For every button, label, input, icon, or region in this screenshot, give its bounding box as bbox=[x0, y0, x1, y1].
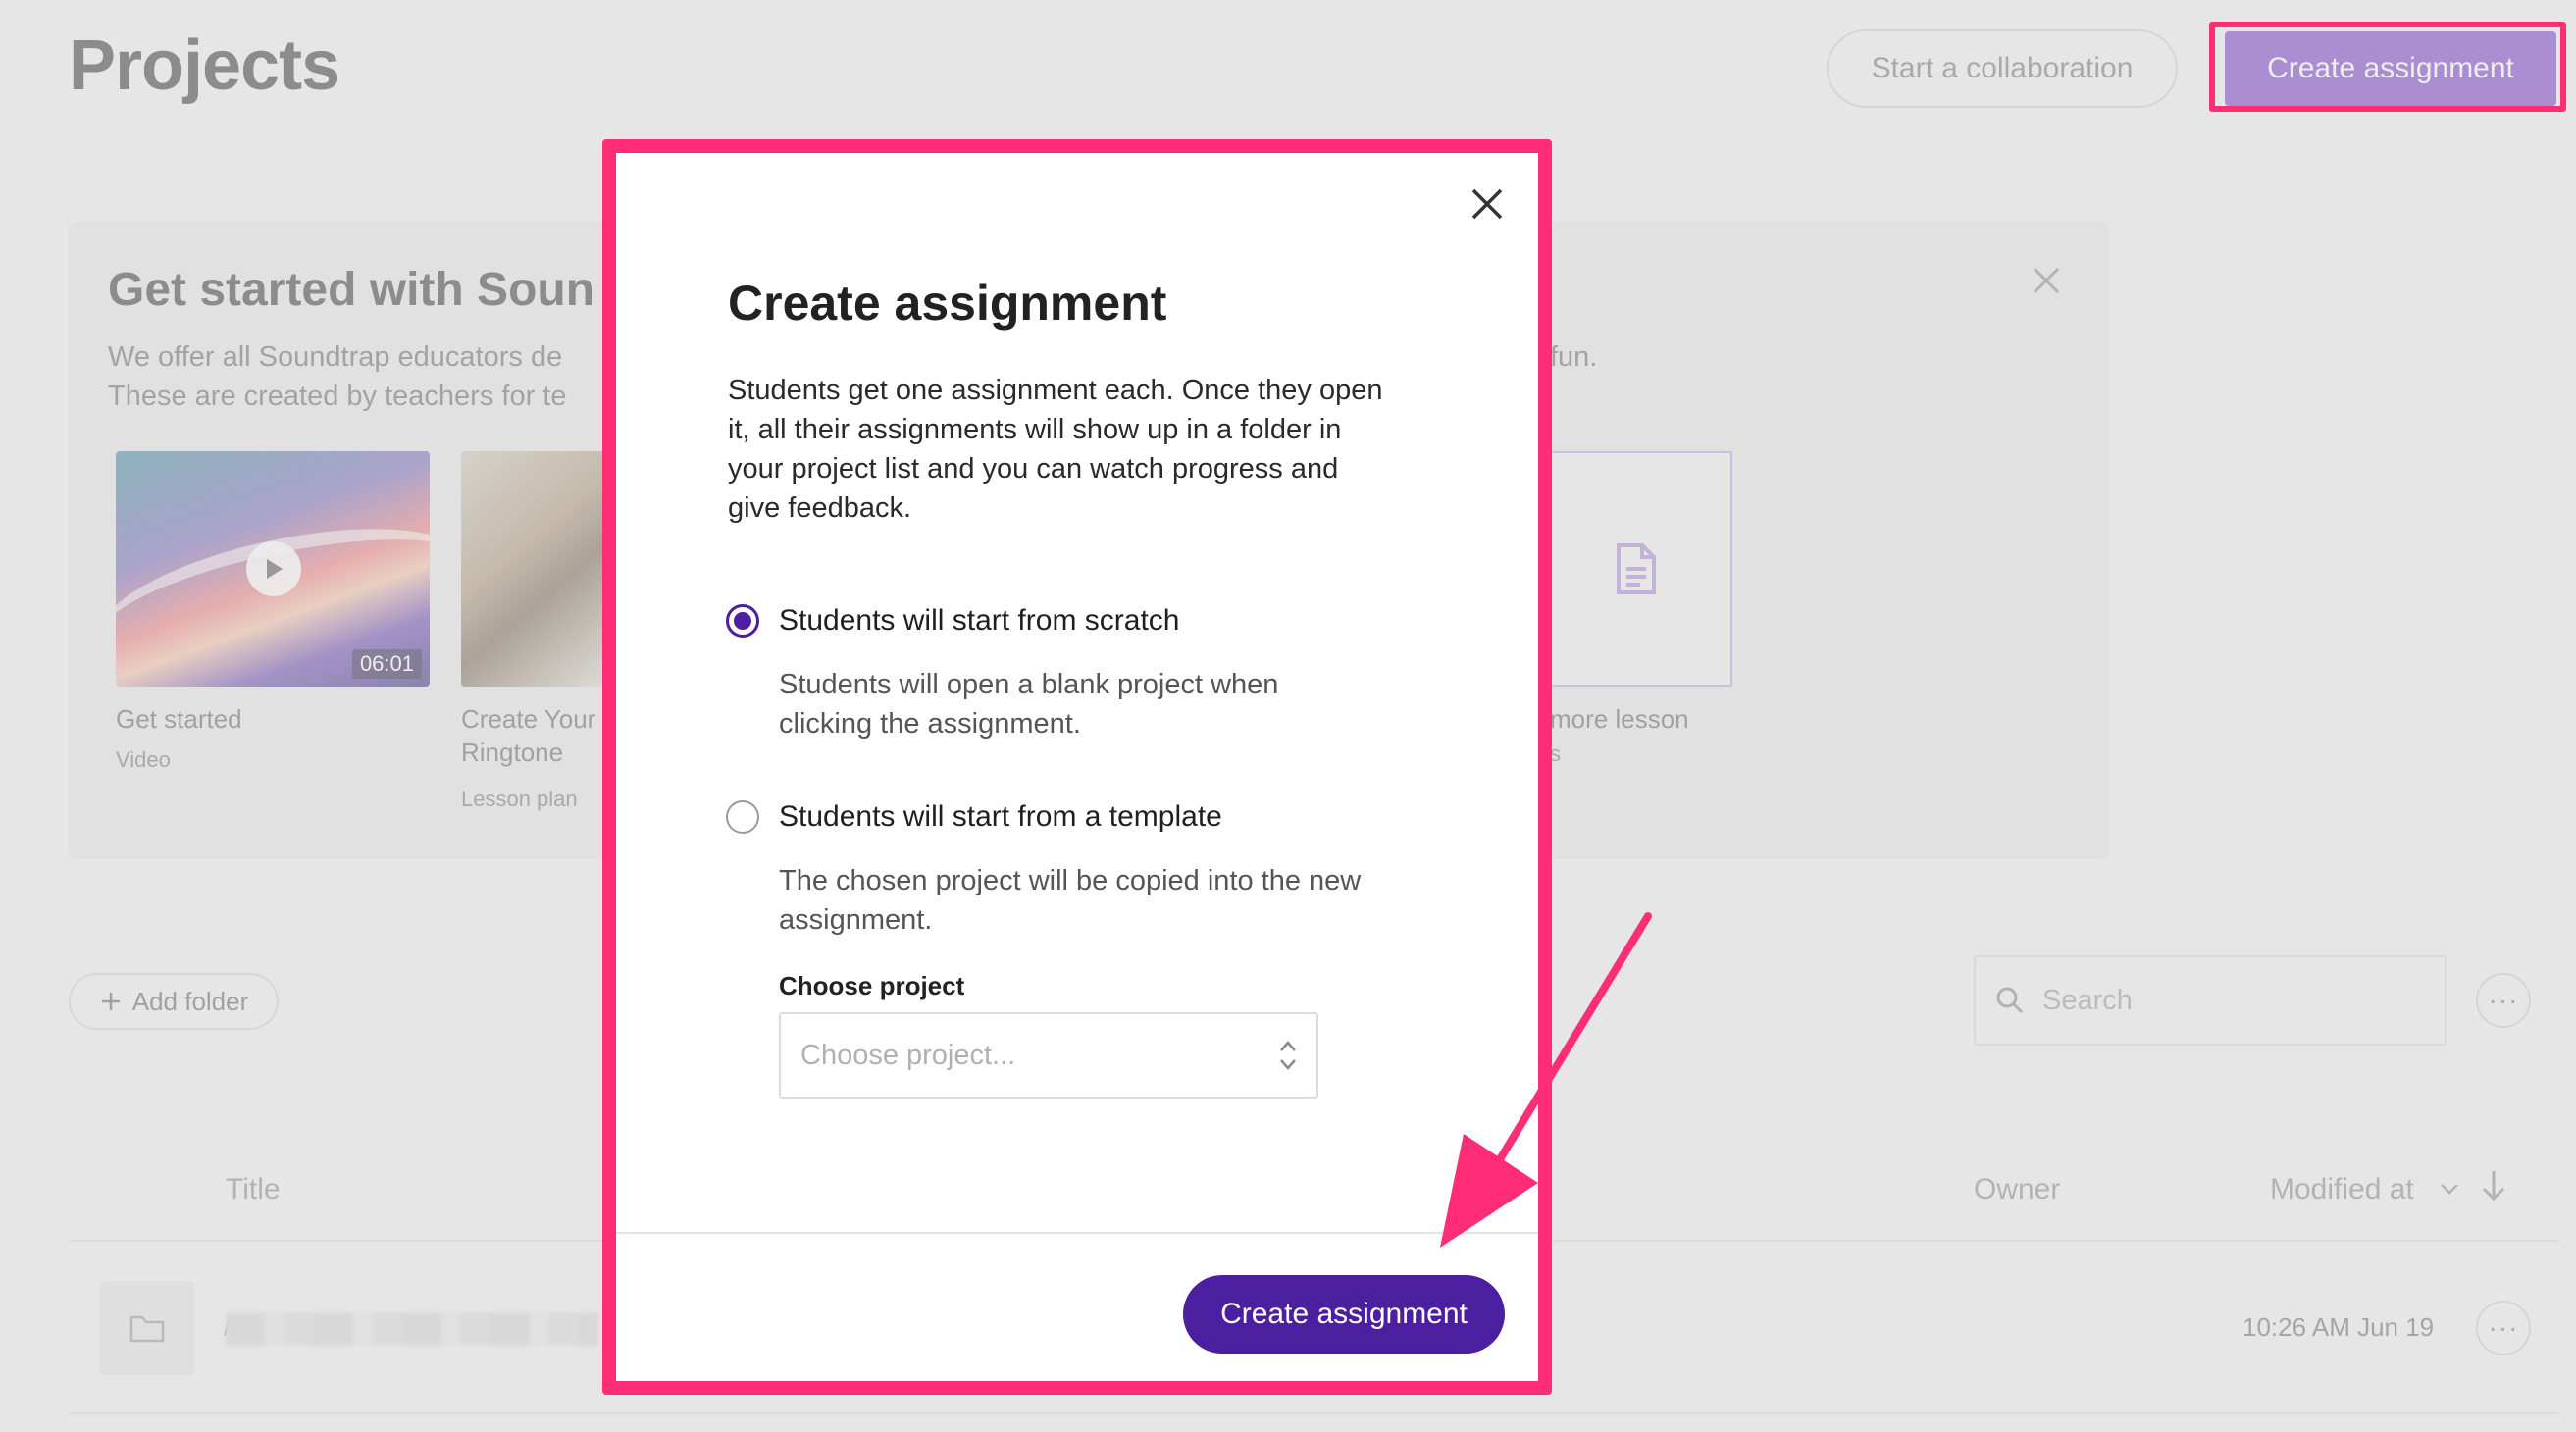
choose-project-select[interactable]: Choose project... bbox=[779, 1012, 1318, 1099]
close-icon[interactable] bbox=[1464, 180, 1511, 228]
option-help-template: The chosen project will be copied into t… bbox=[779, 865, 1362, 936]
choose-project-placeholder: Choose project... bbox=[800, 1039, 1016, 1071]
option-label-template[interactable]: Students will start from a template bbox=[779, 800, 1222, 834]
create-assignment-submit-button[interactable]: Create assignment bbox=[1183, 1275, 1505, 1354]
dialog-description: Students get one assignment each. Once t… bbox=[728, 375, 1383, 524]
radio-start-from-template[interactable] bbox=[726, 800, 759, 834]
highlight-top-button bbox=[2209, 22, 2566, 112]
choose-project-label: Choose project bbox=[779, 971, 965, 1000]
select-arrows-icon bbox=[1280, 1041, 1296, 1070]
dialog-title: Create assignment bbox=[728, 276, 1167, 331]
option-help-scratch: Students will open a blank project when … bbox=[779, 669, 1279, 740]
dialog-footer-divider bbox=[616, 1232, 1538, 1234]
option-label-scratch[interactable]: Students will start from scratch bbox=[779, 604, 1179, 638]
annotation-arrow-icon bbox=[1440, 912, 1652, 1248]
radio-start-from-scratch[interactable] bbox=[726, 604, 759, 638]
